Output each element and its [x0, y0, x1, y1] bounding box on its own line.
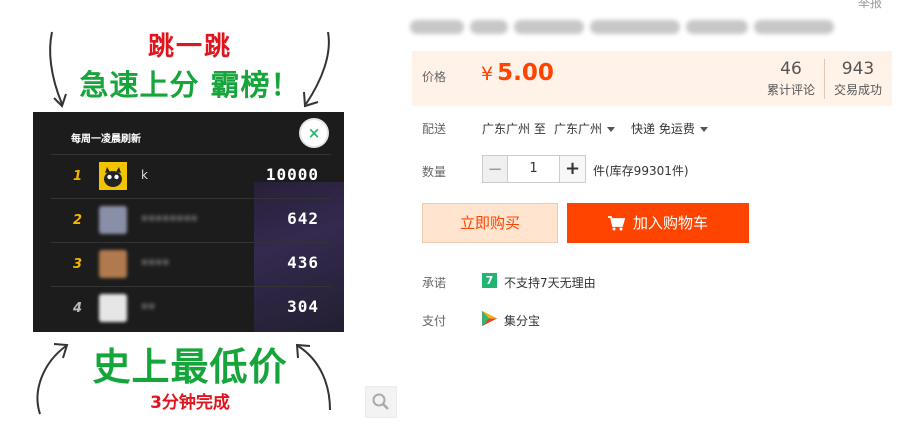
seven-day-icon: 7 [482, 273, 497, 288]
shipping-label: 配送 [422, 122, 447, 136]
player-name: •• [141, 300, 156, 314]
player-score: 304 [287, 297, 319, 316]
leaderboard-row: 2 •••••••• 642 [51, 198, 331, 243]
board-title: 每周一凌晨刷新 [71, 134, 141, 145]
player-score: 436 [287, 253, 319, 272]
sales-count-stat: 943 交易成功 [825, 59, 891, 98]
hand-drawn-arrow-icon [303, 31, 330, 108]
leaderboard-row: 3 •••• 436 [51, 242, 331, 287]
payment-label: 支付 [422, 314, 447, 328]
add-to-cart-button[interactable]: 加入购物车 [567, 203, 749, 243]
player-name: •••••••• [141, 212, 198, 226]
zoom-icon [372, 393, 389, 410]
promise-text: 不支持7天无理由 [504, 276, 596, 290]
quantity-label: 数量 [422, 165, 447, 179]
shipping-destination: 广东广州 [554, 122, 603, 136]
player-score: 10000 [265, 165, 319, 184]
price-amount: 5.00 [497, 60, 554, 86]
buy-now-button[interactable]: 立即购买 [422, 203, 558, 243]
player-score: 642 [287, 209, 319, 228]
zoom-button[interactable] [365, 386, 397, 418]
price-value: ¥5.00 [481, 60, 554, 86]
jifenbao-icon [482, 311, 497, 326]
shipping-from: 广东广州 至 [482, 122, 546, 136]
quantity-decrease-button[interactable]: − [482, 155, 508, 183]
quantity-input[interactable]: 1 [508, 155, 559, 183]
player-name: k [141, 168, 148, 182]
avatar [99, 294, 127, 322]
promo-headline-bottom: 史上最低价 [92, 345, 288, 389]
player-name: •••• [141, 256, 170, 270]
sales-count: 943 [841, 59, 875, 79]
price-label: 价格 [422, 70, 447, 84]
sales-count-label: 交易成功 [833, 83, 882, 97]
cart-icon [607, 216, 626, 231]
shipping-method: 快递 免运费 [631, 122, 695, 136]
rank-number: 4 [73, 301, 83, 316]
product-main-image: 跳一跳 急速上分 霸榜！ 每周一凌晨刷新 × 1 k 10000 2 •••••… [0, 0, 400, 422]
payment-text: 集分宝 [504, 314, 541, 328]
caret-down-icon [607, 127, 616, 132]
review-count-label: 累计评论 [766, 83, 815, 97]
add-to-cart-label: 加入购物车 [632, 214, 708, 232]
price-panel: 价格 ¥5.00 46 累计评论 943 交易成功 [412, 51, 892, 106]
review-count-stat[interactable]: 46 累计评论 [758, 59, 824, 98]
leaderboard-row: 1 k 10000 [51, 154, 331, 199]
leaderboard-panel: 每周一凌晨刷新 × 1 k 10000 2 •••••••• 642 3 •••… [33, 112, 344, 332]
hand-drawn-arrow-icon [49, 31, 67, 108]
shipping-method-select[interactable]: 快递 免运费 [631, 120, 708, 137]
rank-number: 3 [73, 257, 83, 272]
caret-down-icon [699, 127, 708, 132]
rank-number: 2 [73, 213, 83, 228]
product-title-obscured [410, 16, 860, 38]
quantity-increase-button[interactable]: + [559, 155, 586, 183]
shipping-destination-select[interactable]: 广东广州 [554, 120, 616, 137]
cat-avatar-icon [99, 162, 127, 190]
stock-info: 件(库存99301件) [593, 164, 689, 178]
close-icon[interactable]: × [301, 120, 327, 146]
currency-symbol: ¥ [481, 63, 494, 85]
promise-label: 承诺 [422, 276, 447, 290]
leaderboard-row: 4 •• 304 [51, 286, 331, 331]
avatar [99, 250, 127, 278]
avatar [99, 206, 127, 234]
rank-number: 1 [73, 169, 83, 184]
review-count: 46 [780, 59, 802, 79]
avatar [99, 162, 127, 190]
report-link[interactable]: 举报 [858, 0, 882, 11]
promo-headline-note: 3分钟完成 [150, 393, 230, 413]
